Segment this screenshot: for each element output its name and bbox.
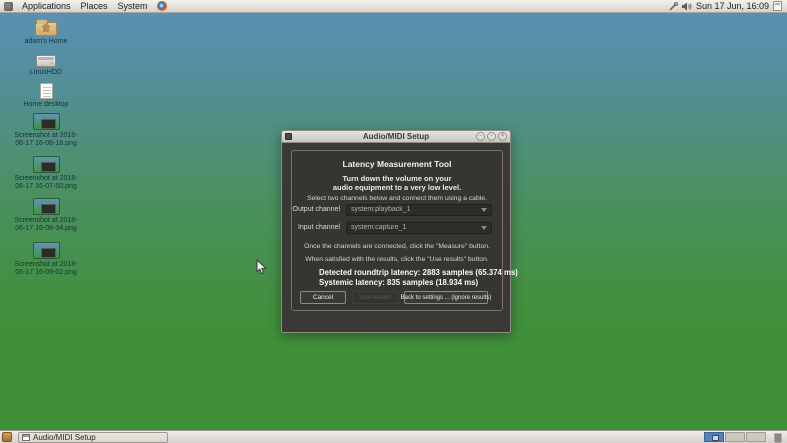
- use-results-button[interactable]: Use results: [352, 291, 399, 304]
- desktop-icon-screenshot-2[interactable]: Screenshot at 2018-06-17 16-07-50.png: [13, 156, 79, 191]
- hard-drive-icon: [36, 55, 56, 67]
- desktop-icon-label: Screenshot at 2018-06-17 16-09-02.png: [13, 261, 79, 277]
- panel-right-cluster: Sun 17 Jun, 16:09: [669, 1, 784, 11]
- screenshot-thumbnail-icon: [33, 198, 60, 215]
- window-mini-icon: [22, 434, 30, 441]
- menu-system[interactable]: System: [113, 0, 153, 12]
- input-channel-select[interactable]: system:capture_1: [346, 222, 492, 234]
- house-emblem-icon: [43, 27, 49, 32]
- taskbar-right-cluster: [704, 432, 785, 443]
- desktop-icon-label: Screenshot at 2018-06-17 16-08-34.png: [13, 217, 79, 233]
- measure-hint: Once the channels are connected, click t…: [292, 243, 502, 250]
- input-channel-row: Input channel system:capture_1: [292, 221, 502, 234]
- window-app-icon[interactable]: [285, 133, 292, 140]
- desktop-icon-label: LinuxHDD: [30, 69, 62, 77]
- audio-midi-setup-window: Audio/MIDI Setup − ▫ × Latency Measureme…: [281, 130, 511, 333]
- screenshot-thumbnail-icon: [33, 242, 60, 259]
- desktop-icon-home-desktop[interactable]: Home desktop: [13, 83, 79, 109]
- desktop-icon-home-folder[interactable]: adam's Home: [13, 19, 79, 46]
- back-to-settings-button[interactable]: Back to settings ... (ignore results): [404, 291, 488, 304]
- maximize-button[interactable]: ▫: [487, 132, 496, 141]
- top-panel: Applications Places System Sun 17 Jun, 1…: [0, 0, 787, 13]
- systemic-latency-result: Systemic latency: 835 samples (18.934 ms…: [319, 278, 478, 287]
- workspace-2[interactable]: [725, 432, 745, 442]
- firefox-launcher-icon[interactable]: [157, 1, 167, 11]
- input-channel-label: Input channel: [292, 224, 346, 231]
- desktop-icon-label: Screenshot at 2018-06-17 16-07-50.png: [13, 175, 79, 191]
- output-channel-label: Output channel: [292, 206, 346, 213]
- desktop-wallpaper: adam's Home LinuxHDD Home desktop Screen…: [0, 13, 787, 430]
- desktop-icon-screenshot-3[interactable]: Screenshot at 2018-06-17 16-08-34.png: [13, 198, 79, 233]
- desktop-icon-linuxhdd[interactable]: LinuxHDD: [13, 53, 79, 77]
- dialog-body: Latency Measurement Tool Turn down the v…: [281, 143, 511, 333]
- volume-warning-line2: audio equipment to a very low level.: [292, 183, 502, 192]
- workspace-1-active[interactable]: [704, 432, 724, 442]
- trash-icon[interactable]: [773, 432, 783, 443]
- output-channel-value: system:playback_1: [351, 206, 411, 213]
- cancel-button[interactable]: Cancel: [300, 291, 346, 304]
- volume-tray-icon[interactable]: [682, 2, 692, 11]
- use-results-hint: When satisfied with the results, click t…: [292, 256, 502, 263]
- panel-heading: Latency Measurement Tool: [292, 159, 502, 169]
- roundtrip-latency-result: Detected roundtrip latency: 2883 samples…: [319, 268, 518, 277]
- latency-panel: Latency Measurement Tool Turn down the v…: [291, 150, 503, 311]
- distro-logo-icon[interactable]: [4, 2, 13, 11]
- taskbar-task-audio-midi-setup[interactable]: Audio/MIDI Setup: [18, 432, 168, 443]
- panel-clock[interactable]: Sun 17 Jun, 16:09: [696, 1, 769, 11]
- home-folder-icon: [35, 22, 57, 36]
- chevron-down-icon: [481, 226, 487, 230]
- desktop-icon-label: Screenshot at 2018-06-17 16-06-16.png: [13, 132, 79, 148]
- channel-instruction: Select two channels below and connect th…: [292, 195, 502, 202]
- workspace-3[interactable]: [746, 432, 766, 442]
- screenshot-thumbnail-icon: [33, 156, 60, 173]
- chevron-down-icon: [481, 208, 487, 212]
- document-icon: [40, 83, 53, 99]
- output-channel-row: Output channel system:playback_1: [292, 203, 502, 216]
- desktop-screen: Applications Places System Sun 17 Jun, 1…: [0, 0, 787, 443]
- input-channel-value: system:capture_1: [351, 224, 406, 231]
- minimize-button[interactable]: −: [476, 132, 485, 141]
- window-buttons: − ▫ ×: [476, 132, 507, 141]
- output-channel-select[interactable]: system:playback_1: [346, 204, 492, 216]
- bottom-taskbar: Audio/MIDI Setup: [0, 430, 787, 443]
- window-titlebar[interactable]: Audio/MIDI Setup − ▫ ×: [281, 130, 511, 143]
- menu-places[interactable]: Places: [76, 0, 113, 12]
- desktop-icon-label: Home desktop: [23, 101, 68, 109]
- close-button[interactable]: ×: [498, 132, 507, 141]
- tools-tray-icon[interactable]: [669, 2, 678, 11]
- show-desktop-icon[interactable]: [2, 432, 12, 442]
- mouse-cursor: [256, 259, 267, 280]
- calendar-tray-icon[interactable]: [773, 1, 782, 11]
- menu-applications[interactable]: Applications: [17, 0, 76, 12]
- desktop-icon-screenshot-1[interactable]: Screenshot at 2018-06-17 16-06-16.png: [13, 113, 79, 148]
- desktop-icon-label: adam's Home: [25, 38, 68, 46]
- task-label: Audio/MIDI Setup: [33, 433, 96, 442]
- desktop-icon-screenshot-4[interactable]: Screenshot at 2018-06-17 16-09-02.png: [13, 242, 79, 277]
- volume-warning-line1: Turn down the volume on your: [292, 174, 502, 183]
- screenshot-thumbnail-icon: [33, 113, 60, 130]
